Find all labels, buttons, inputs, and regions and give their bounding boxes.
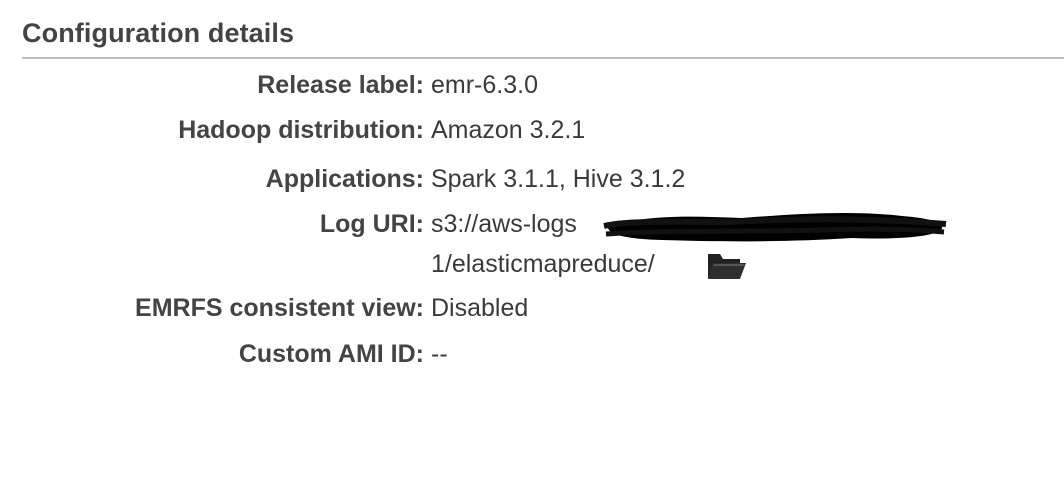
detail-row-emrfs-consistent-view: EMRFS consistent view: Disabled: [0, 294, 1064, 334]
detail-row-applications: Applications: Spark 3.1.1, Hive 3.1.2: [0, 165, 1064, 205]
section-title: Configuration details: [22, 18, 295, 48]
detail-label: Applications:: [265, 165, 424, 193]
detail-row-log-uri: Log URI: s3://aws-logs 1/elasticmapreduc…: [0, 210, 1064, 290]
detail-row-release-label: Release label: emr-6.3.0: [0, 71, 1064, 111]
log-uri-suffix[interactable]: 1/elasticmapreduce/: [431, 250, 655, 279]
detail-label: Hadoop distribution:: [178, 116, 424, 144]
folder-open-icon[interactable]: [706, 246, 748, 284]
detail-label: EMRFS consistent view:: [135, 294, 424, 322]
detail-label: Log URI:: [319, 210, 424, 238]
detail-row-hadoop-distribution: Hadoop distribution: Amazon 3.2.1: [0, 116, 1064, 156]
detail-value: Amazon 3.2.1: [431, 116, 586, 144]
detail-value: --: [431, 340, 448, 368]
detail-value: Spark 3.1.1, Hive 3.1.2: [431, 165, 686, 193]
detail-value: emr-6.3.0: [431, 71, 538, 99]
section-divider: [22, 57, 1064, 59]
log-uri-prefix[interactable]: s3://aws-logs: [431, 210, 577, 239]
detail-label: Custom AMI ID:: [238, 340, 424, 368]
detail-row-custom-ami-id: Custom AMI ID: --: [0, 340, 1064, 380]
detail-label: Release label:: [257, 71, 424, 99]
detail-value: Disabled: [431, 294, 529, 322]
redacted-scribble: [603, 212, 947, 242]
configuration-details-section: Configuration details Release label: emr…: [0, 0, 1064, 486]
